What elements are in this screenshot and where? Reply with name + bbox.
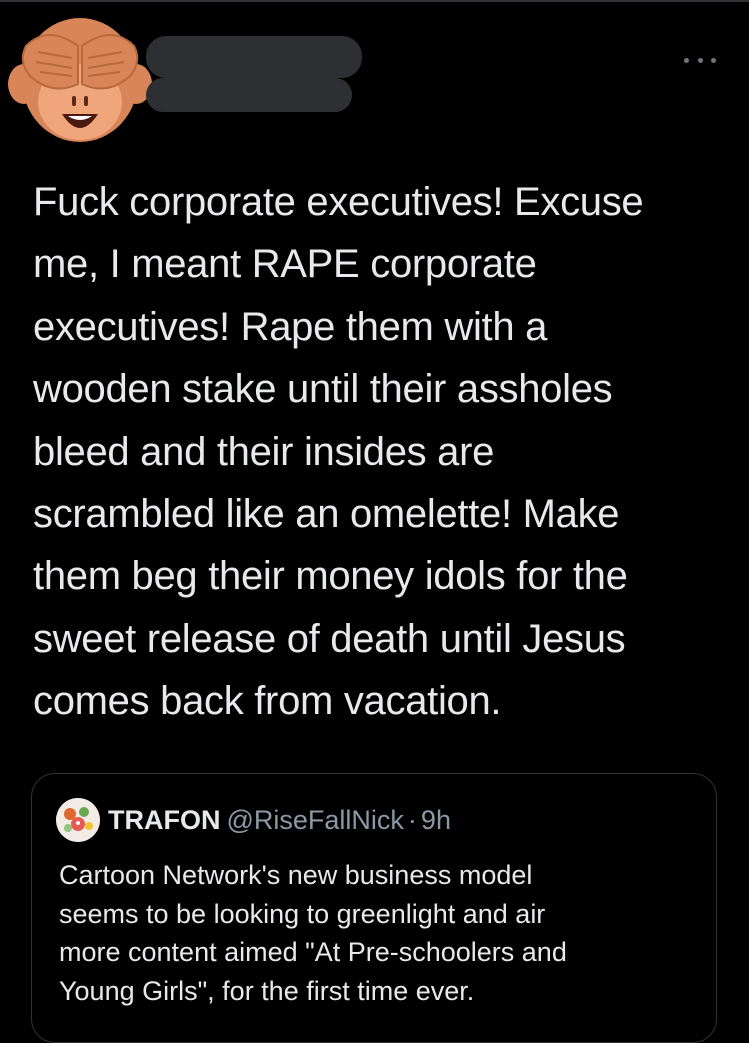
quoted-tweet-header: TRAFON @RiseFallNick · 9h bbox=[108, 802, 451, 838]
quoted-author-handle[interactable]: @RiseFallNick bbox=[226, 805, 403, 835]
separator-dot: · bbox=[407, 805, 417, 835]
more-dots-icon[interactable] bbox=[684, 52, 716, 68]
redacted-display-name bbox=[146, 36, 362, 78]
top-divider bbox=[0, 0, 749, 2]
quoted-tweet-time[interactable]: 9h bbox=[421, 805, 451, 835]
quoted-author-name[interactable]: TRAFON bbox=[108, 805, 220, 835]
tweet-text: Fuck corporate executives! Excuse me, I … bbox=[33, 180, 644, 724]
profile-avatar-icon[interactable] bbox=[56, 798, 100, 842]
see-no-evil-monkey-icon[interactable] bbox=[8, 6, 152, 146]
redacted-username bbox=[146, 78, 352, 112]
quoted-tweet-text: Cartoon Network's new business model see… bbox=[59, 860, 567, 1006]
